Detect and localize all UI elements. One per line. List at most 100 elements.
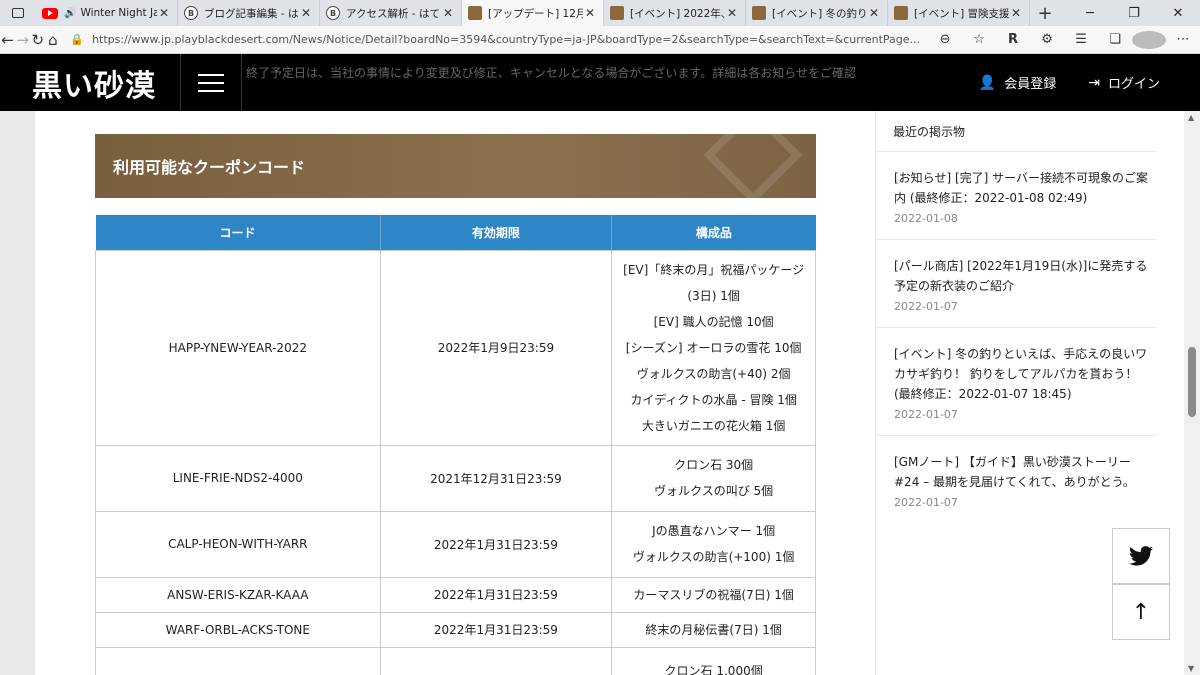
post-title[interactable]: [GMノート] 【ガイド】黒い砂漠ストーリー #24 – 最期を見届けてくれて、… xyxy=(894,452,1156,492)
coupon-items: 終末の月秘伝書(7日) 1個 xyxy=(611,611,816,648)
coupon-expiry: 2022年1月9日23:59 xyxy=(379,249,613,446)
login-link[interactable]: ⇥ ログイン xyxy=(1088,73,1160,93)
table-row: WARF-ORBL-ACKS-TONE 2022年1月31日23:59 終末の月… xyxy=(95,611,816,648)
speaker-icon[interactable]: 🔊 xyxy=(64,8,76,19)
site-logo[interactable]: 黒い砂漠 xyxy=(0,61,180,105)
browser-tab[interactable]: B ブログ記事編集 - はてな ✕ xyxy=(178,0,320,26)
post-date: 2022-01-07 xyxy=(894,408,958,421)
window-controls: ─ ❐ ✕ xyxy=(1068,0,1200,26)
close-window-icon[interactable]: ✕ xyxy=(1156,0,1200,26)
browser-tab[interactable]: [イベント] 冬の釣りといえ ✕ xyxy=(746,0,888,26)
recent-post[interactable]: [お知らせ] [完了] サーバー接続不可現象のご案内 (最終修正：2022-01… xyxy=(876,152,1156,240)
hamburger-menu-icon[interactable] xyxy=(181,73,241,92)
main-content: 利用可能なクーポンコード コード 有効期限 構成品 HAPP-YNEW-YEAR… xyxy=(35,111,875,675)
scroll-up-icon[interactable]: ▲ xyxy=(1188,113,1194,122)
sidebar-title: 最近の掲示物 xyxy=(876,111,1156,152)
coupon-table: コード 有効期限 構成品 HAPP-YNEW-YEAR-2022 2022年1月… xyxy=(95,215,816,675)
post-title[interactable]: [イベント] 冬の釣りといえば、手応えの良いワカサギ釣り！ 釣りをしてアルパカを… xyxy=(894,344,1156,404)
coupon-expiry: 2021年12月31日23:59 xyxy=(379,444,613,512)
table-row: クロン石 1,000個 xyxy=(95,646,816,675)
close-icon[interactable]: ✕ xyxy=(157,6,171,20)
page-scrollbar[interactable]: ▲ ▼ xyxy=(1184,111,1200,675)
browser-tab[interactable]: B アクセス解析 - はてなブ ✕ xyxy=(320,0,462,26)
table-row: CALP-HEON-WITH-YARR 2022年1月31日23:59 Jの愚直… xyxy=(95,510,816,578)
register-label: 会員登録 xyxy=(1004,77,1057,92)
coupon-expiry xyxy=(379,646,613,675)
header-code: コード xyxy=(95,215,381,250)
browser-tab[interactable]: 🔊 Winter Night Jazz ✕ xyxy=(36,0,178,26)
url-text: https://www.jp.playblackdesert.com/News/… xyxy=(92,33,921,46)
tab-title: アクセス解析 - はてなブ xyxy=(346,7,441,20)
collections-icon[interactable]: ❏ xyxy=(1098,32,1132,47)
blackdesert-icon xyxy=(610,6,624,20)
post-date: 2022-01-07 xyxy=(894,300,958,313)
coupon-code xyxy=(95,646,381,675)
tab-title: [イベント] 2022年、願い xyxy=(630,7,725,20)
zoom-icon[interactable]: ⊖ xyxy=(928,32,962,47)
home-icon[interactable]: ⌂ xyxy=(45,31,60,49)
post-title[interactable]: [お知らせ] [完了] サーバー接続不可現象のご案内 (最終修正：2022-01… xyxy=(894,168,1156,208)
url-field[interactable]: 🔒 https://www.jp.playblackdesert.com/New… xyxy=(64,29,920,51)
extension-puzzle-icon[interactable]: ⚙ xyxy=(1030,32,1064,47)
item-line: [EV]「終末の月」祝福パッケージ xyxy=(623,262,805,277)
user-icon: 👤 xyxy=(978,74,997,91)
forward-icon[interactable]: → xyxy=(15,31,30,49)
scrollbar-thumb[interactable] xyxy=(1188,347,1196,417)
extension-r-icon[interactable]: R xyxy=(996,32,1030,47)
login-icon: ⇥ xyxy=(1088,74,1100,91)
scroll-to-top-button[interactable]: ↑ xyxy=(1112,584,1170,640)
new-tab-button[interactable]: + xyxy=(1030,0,1060,26)
item-line: クロン石 1,000個 xyxy=(664,663,763,675)
recent-post[interactable]: [パール商店] [2022年1月19日(水)]に発売する予定の新衣装のご紹介 2… xyxy=(876,240,1156,328)
tab-title: [イベント] 冬の釣りといえ xyxy=(772,7,867,20)
browser-tab[interactable]: [イベント] 2022年、願い ✕ xyxy=(604,0,746,26)
banner-decoration xyxy=(703,134,803,198)
table-row: LINE-FRIE-NDS2-4000 2021年12月31日23:59 クロン… xyxy=(95,444,816,512)
post-title[interactable]: [パール商店] [2022年1月19日(水)]に発売する予定の新衣装のご紹介 xyxy=(894,256,1156,296)
arrow-up-icon: ↑ xyxy=(1131,599,1151,625)
item-line: Jの愚直なハンマー 1個 xyxy=(652,524,776,538)
item-line: [EV] 職人の記憶 10個 xyxy=(653,314,774,329)
twitter-share-button[interactable] xyxy=(1112,528,1170,584)
close-icon[interactable]: ✕ xyxy=(867,6,881,20)
recent-post[interactable]: [GMノート] 【ガイド】黒い砂漠ストーリー #24 – 最期を見届けてくれて、… xyxy=(876,436,1156,523)
header-divider xyxy=(241,54,242,111)
scroll-down-icon[interactable]: ▼ xyxy=(1188,664,1194,673)
favorite-star-icon[interactable]: ☆ xyxy=(962,32,996,47)
register-link[interactable]: 👤 会員登録 xyxy=(978,73,1057,93)
hatena-icon: B xyxy=(184,6,198,20)
item-line: ヴォルクスの叫び 5個 xyxy=(654,484,774,498)
minimize-icon[interactable]: ─ xyxy=(1068,0,1112,26)
close-icon[interactable]: ✕ xyxy=(725,6,739,20)
tab-actions-icon[interactable] xyxy=(0,0,36,26)
lock-icon: 🔒 xyxy=(70,33,85,46)
coupon-code: CALP-HEON-WITH-YARR xyxy=(95,510,381,578)
tab-title: [イベント] 冒険支援品が xyxy=(914,7,1009,20)
profile-avatar-icon[interactable] xyxy=(1132,30,1167,49)
login-label: ログイン xyxy=(1107,77,1160,92)
restore-icon[interactable]: ❐ xyxy=(1112,0,1156,26)
coupon-code: WARF-ORBL-ACKS-TONE xyxy=(95,611,381,648)
browser-tab[interactable]: [イベント] 冒険支援品が ✕ xyxy=(888,0,1030,26)
browser-tab-active[interactable]: [アップデート] 12月29日 ✕ xyxy=(462,0,604,26)
coupon-items: Jの愚直なハンマー 1個 ヴォルクスの助言(+100) 1個 xyxy=(611,510,816,578)
favorites-icon[interactable]: ☰ xyxy=(1064,32,1098,47)
post-date: 2022-01-07 xyxy=(894,496,958,509)
close-icon[interactable]: ✕ xyxy=(583,6,597,20)
refresh-icon[interactable]: ↻ xyxy=(30,31,45,49)
more-menu-icon[interactable]: ⋯ xyxy=(1166,32,1200,47)
coupon-code: LINE-FRIE-NDS2-4000 xyxy=(95,444,381,512)
coupon-expiry: 2022年1月31日23:59 xyxy=(379,611,613,648)
banner-title: 利用可能なクーポンコード xyxy=(113,158,306,177)
close-icon[interactable]: ✕ xyxy=(441,6,455,20)
back-icon[interactable]: ← xyxy=(0,31,15,49)
coupon-expiry: 2022年1月31日23:59 xyxy=(379,576,613,613)
coupon-items: クロン石 1,000個 xyxy=(611,646,816,675)
tab-title: ブログ記事編集 - はてな xyxy=(204,7,299,20)
coupon-code: ANSW-ERIS-KZAR-KAAA xyxy=(95,576,381,613)
table-row: HAPP-YNEW-YEAR-2022 2022年1月9日23:59 [EV]「… xyxy=(95,249,816,446)
close-icon[interactable]: ✕ xyxy=(299,6,313,20)
coupon-expiry: 2022年1月31日23:59 xyxy=(379,510,613,578)
close-icon[interactable]: ✕ xyxy=(1009,6,1023,20)
recent-post[interactable]: [イベント] 冬の釣りといえば、手応えの良いワカサギ釣り！ 釣りをしてアルパカを… xyxy=(876,328,1156,436)
